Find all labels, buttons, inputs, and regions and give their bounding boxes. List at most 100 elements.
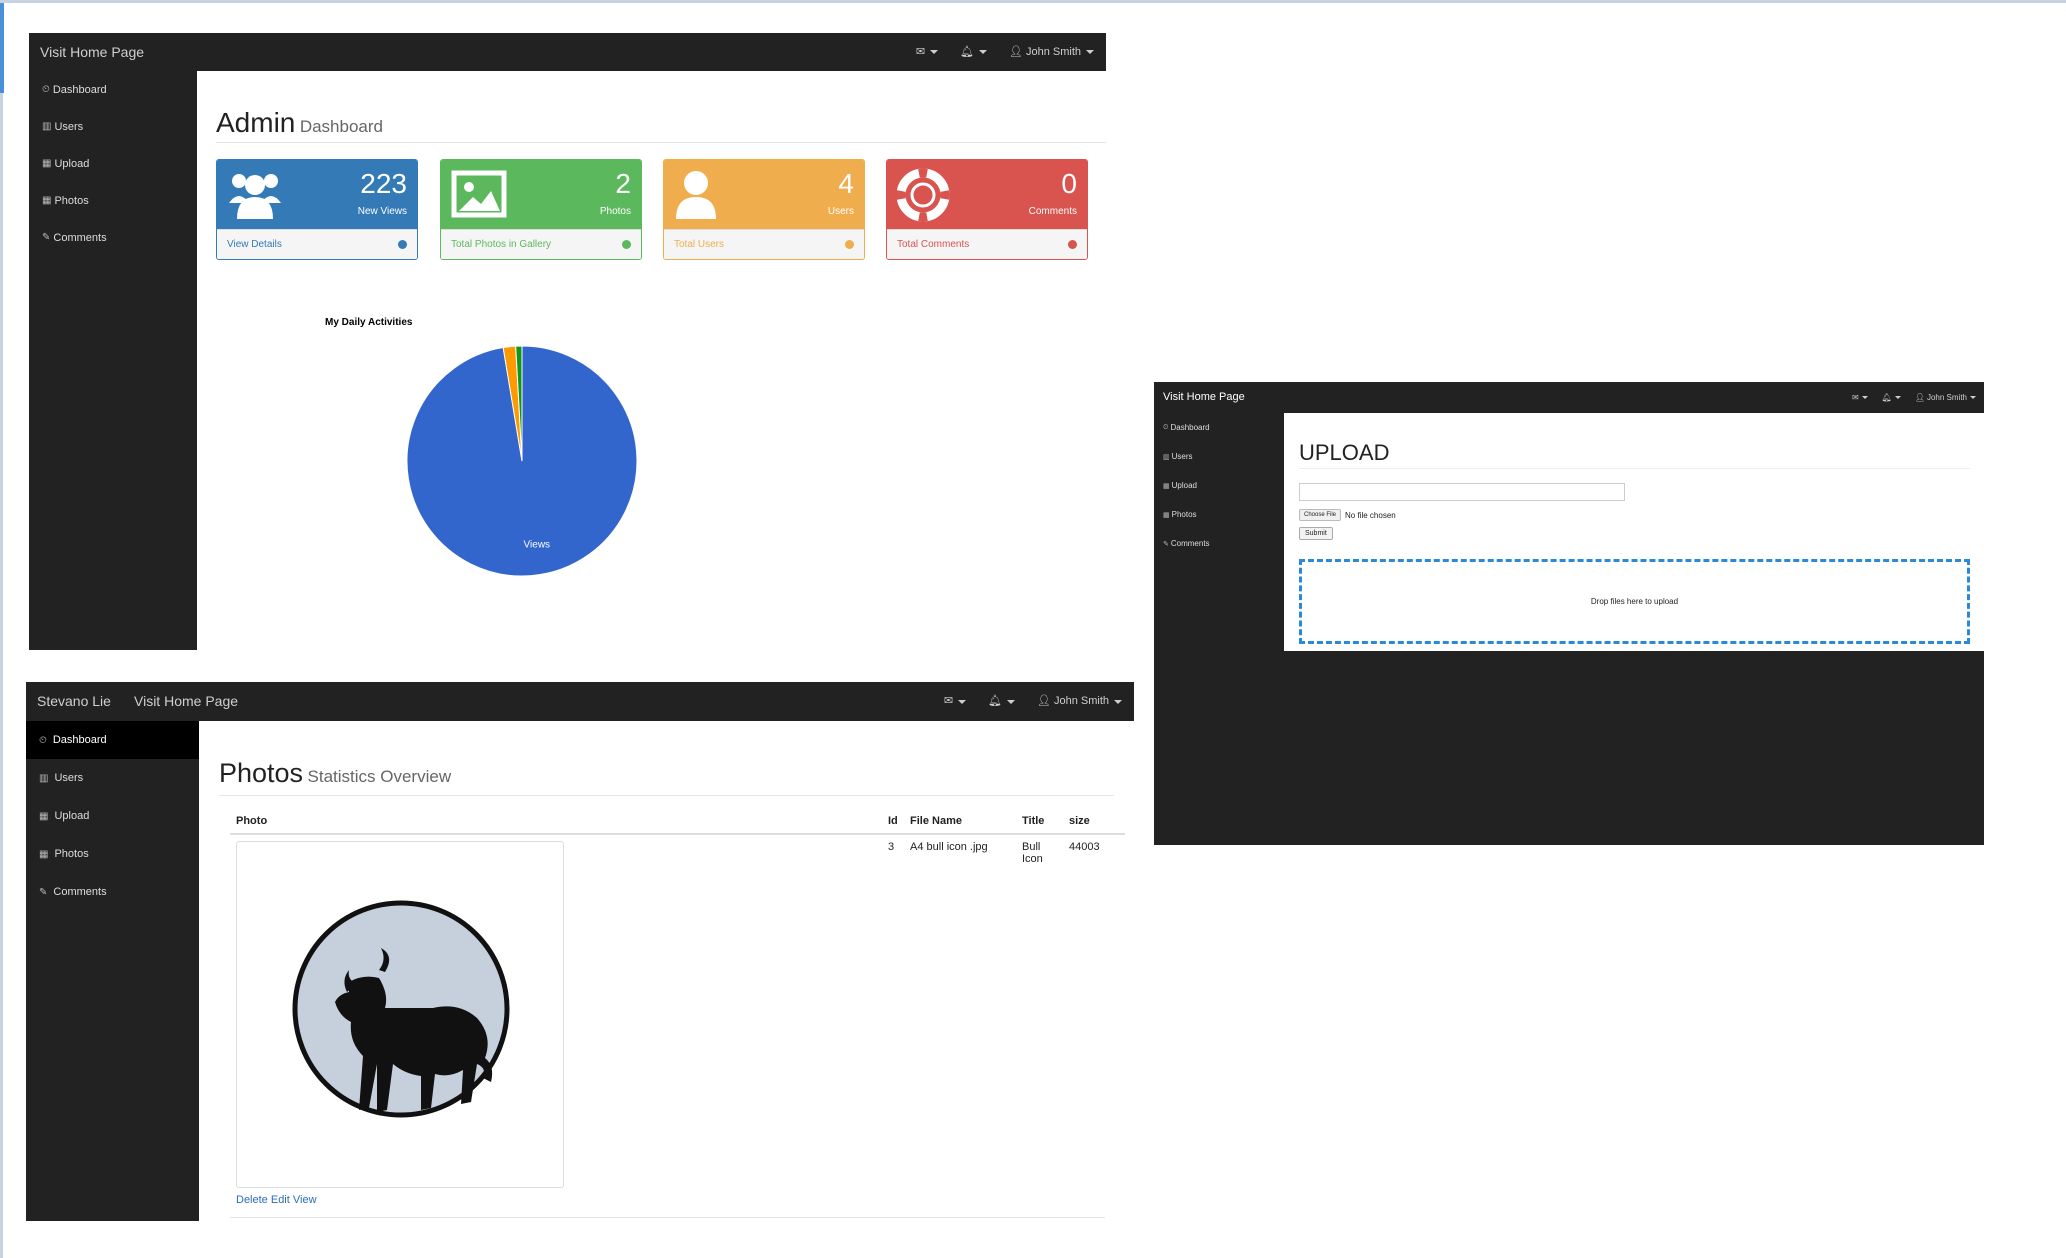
- sidebar-item-label: Upload: [1171, 481, 1197, 490]
- filename-cell: A4 bull icon .jpg: [910, 841, 988, 853]
- window-focus-marker: [0, 3, 4, 93]
- card-footer-text: Total Comments: [897, 239, 970, 250]
- title-input[interactable]: [1299, 483, 1625, 501]
- total-photos-link[interactable]: Total Photos in Gallery: [441, 229, 641, 259]
- dashboard-screenshot: Visit Home Page ✉ 🔔︎ 👤︎ John Smith ⏲ Dash…: [29, 33, 1106, 650]
- no-file-label: No file chosen: [1345, 510, 1396, 520]
- file-picker: Choose File No file chosen: [1299, 509, 1396, 521]
- sidebar-item-photos[interactable]: ▦ Photos: [26, 835, 199, 873]
- card-label: New Views: [357, 206, 407, 217]
- messages-dropdown[interactable]: ✉: [1852, 382, 1868, 413]
- chevron-down-icon: [1894, 396, 1901, 399]
- column-header: Photo: [230, 809, 882, 835]
- card-footer-text: Total Photos in Gallery: [451, 239, 552, 250]
- card-header: 223 New Views: [217, 160, 417, 229]
- sidebar-item-comments[interactable]: ✎ Comments: [1154, 529, 1284, 558]
- submit-button[interactable]: Submit: [1299, 527, 1333, 540]
- sidebar-item-dashboard[interactable]: ⏲ Dashboard: [1154, 413, 1284, 442]
- sidebar: ⏲ Dashboard ▥ Users ▦ Upload ▦ Photos ✎ Comme…: [26, 721, 199, 1221]
- user-dropdown[interactable]: 👤︎ John Smith: [1009, 33, 1094, 71]
- visit-home-link[interactable]: Visit Home Page: [40, 33, 144, 71]
- sidebar-item-comments[interactable]: ✎ Comments: [26, 873, 199, 911]
- sidebar-item-label: Comments: [53, 886, 107, 898]
- picture-icon: [451, 170, 507, 218]
- messages-dropdown[interactable]: ✉: [916, 33, 939, 71]
- table-bottom-border: [230, 1217, 1105, 1218]
- sidebar-item-users[interactable]: ▥ Users: [26, 759, 199, 797]
- title-cell: Bull Icon: [1022, 841, 1043, 865]
- sidebar-item-upload[interactable]: ▦ Upload: [1154, 471, 1284, 500]
- page-title-main: Admin: [216, 107, 296, 138]
- visit-home-link[interactable]: Visit Home Page: [1163, 382, 1245, 413]
- alerts-dropdown[interactable]: 🔔︎: [960, 33, 987, 71]
- sidebar-item-label: Dashboard: [1170, 423, 1210, 432]
- user-name: John Smith: [1053, 695, 1109, 707]
- navbar: Stevano Lie Visit Home Page ✉ 🔔︎ 👤︎ John…: [26, 682, 1134, 721]
- user-icon: 👤︎: [1009, 46, 1023, 58]
- header-divider: [219, 795, 1114, 796]
- bell-icon: 🔔︎: [988, 695, 1002, 707]
- edit-icon: ✎: [42, 232, 51, 243]
- card-number: 223: [360, 168, 407, 199]
- alerts-dropdown[interactable]: 🔔︎: [1882, 382, 1901, 413]
- navbar: Visit Home Page ✉ 🔔︎ 👤︎ John Smith: [29, 33, 1106, 71]
- bar-chart-icon: ▥: [42, 121, 52, 132]
- sidebar-item-dashboard[interactable]: ⏲ Dashboard: [29, 71, 197, 108]
- sidebar-item-label: Photos: [1171, 510, 1197, 519]
- sidebar-item-photos[interactable]: ▦ Photos: [1154, 500, 1284, 529]
- chevron-down-icon: [1007, 699, 1015, 704]
- sidebar-item-label: Users: [1171, 452, 1193, 461]
- sidebar-item-comments[interactable]: ✎ Comments: [29, 219, 197, 256]
- card-label: Users: [827, 206, 854, 217]
- photos-table: Photo Id File Name Title size Delete Edi…: [230, 809, 1125, 1212]
- bar-chart-icon: ▥: [1163, 453, 1170, 461]
- brand-link[interactable]: Stevano Lie: [37, 682, 111, 721]
- sidebar-item-dashboard[interactable]: ⏲ Dashboard: [26, 721, 199, 759]
- user-dropdown[interactable]: 👤︎ John Smith: [1915, 382, 1976, 413]
- total-comments-link[interactable]: Total Comments: [887, 229, 1087, 259]
- action-links[interactable]: Delete Edit View: [236, 1194, 317, 1206]
- column-header: Id: [882, 809, 904, 835]
- user-icon: 👤︎: [1037, 695, 1051, 707]
- alerts-dropdown[interactable]: 🔔︎: [988, 682, 1015, 721]
- view-details-link[interactable]: View Details: [217, 229, 417, 259]
- sidebar-item-upload[interactable]: ▦ Upload: [26, 797, 199, 835]
- header-divider: [216, 142, 1106, 143]
- dropzone-label: Drop files here to upload: [1590, 597, 1679, 606]
- comments-card: 0 Comments Total Comments: [886, 159, 1088, 260]
- chevron-down-icon: [1861, 396, 1868, 399]
- column-header: Title: [1016, 809, 1063, 835]
- sidebar-item-label: Photos: [54, 194, 89, 207]
- row-actions[interactable]: Delete Edit View: [236, 1194, 876, 1206]
- card-header: 0 Comments: [887, 160, 1087, 229]
- bar-chart-icon: ▥: [39, 772, 49, 784]
- chevron-down-icon: [1086, 50, 1094, 54]
- card-header: 4 Users: [664, 160, 864, 229]
- bell-icon: 🔔︎: [960, 46, 974, 58]
- window-border-top: [0, 0, 2066, 3]
- photo-thumbnail[interactable]: [236, 841, 564, 1188]
- total-users-link[interactable]: Total Users: [664, 229, 864, 259]
- user-dropdown[interactable]: 👤︎ John Smith: [1037, 682, 1122, 721]
- sidebar-item-users[interactable]: ▥ Users: [29, 108, 197, 145]
- chevron-down-icon: [1970, 396, 1976, 399]
- edit-icon: ✎: [39, 886, 48, 898]
- user-icon: 👤︎: [1914, 393, 1925, 402]
- navbar: Visit Home Page ✉ 🔔︎ 👤︎ John Smith: [1154, 382, 1984, 413]
- sidebar-item-photos[interactable]: ▦ Photos: [29, 182, 197, 219]
- sidebar-item-users[interactable]: ▥ Users: [1154, 442, 1284, 471]
- table-icon: ▦: [39, 810, 49, 822]
- edit-icon: ✎: [1163, 540, 1169, 548]
- dropzone[interactable]: Drop files here to upload: [1299, 559, 1970, 644]
- size-cell: 44003: [1069, 841, 1100, 853]
- choose-file-button[interactable]: Choose File: [1299, 509, 1342, 521]
- messages-dropdown[interactable]: ✉: [944, 682, 967, 721]
- chevron-down-icon: [958, 699, 967, 704]
- visit-home-link[interactable]: Visit Home Page: [134, 682, 238, 721]
- sidebar-item-label: Comments: [1170, 539, 1210, 548]
- dashboard-icon: ⏲: [39, 734, 47, 746]
- photos-screenshot: Stevano Lie Visit Home Page ✉ 🔔︎ 👤︎ John…: [26, 682, 1134, 1221]
- sidebar-item-upload[interactable]: ▦ Upload: [29, 145, 197, 182]
- pie-slice-label: Views: [524, 540, 551, 551]
- chevron-down-icon: [1114, 699, 1122, 704]
